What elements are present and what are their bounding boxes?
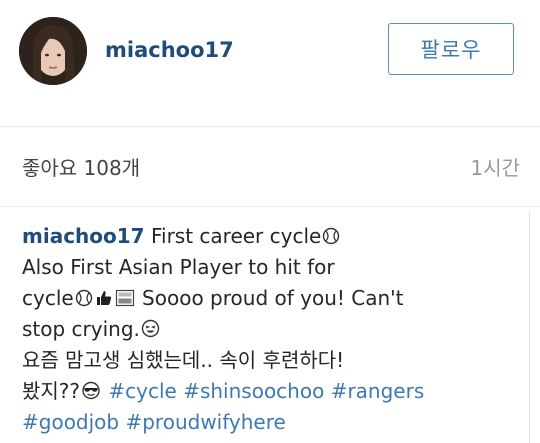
hashtag-link[interactable]: #cycle bbox=[108, 379, 176, 403]
baseball-emoji-icon bbox=[322, 227, 340, 245]
hashtag-link[interactable]: #shinsoochoo bbox=[183, 379, 324, 403]
caption-username[interactable]: miachoo17 bbox=[22, 224, 145, 248]
caption-text: stop crying. bbox=[22, 317, 140, 341]
hashtag-link[interactable]: #rangers bbox=[331, 379, 425, 403]
avatar-photo-icon bbox=[19, 17, 87, 85]
post-caption: miachoo17 First career cycle Also First … bbox=[22, 221, 527, 438]
post-timestamp[interactable]: 1시간 bbox=[470, 154, 520, 182]
crying-laughing-emoji-icon bbox=[141, 319, 160, 338]
hashtag-link[interactable]: #proudwifyhere bbox=[125, 410, 285, 434]
caption-line-7: #goodjob #proudwifyhere bbox=[22, 407, 527, 438]
gif-box-icon bbox=[115, 289, 135, 307]
caption-line-4: stop crying. bbox=[22, 314, 527, 345]
avatar[interactable] bbox=[19, 17, 87, 85]
caption-line-6: 봤지?? #cycle #shinsoochoo #rangers bbox=[22, 376, 527, 407]
baseball-emoji-icon bbox=[75, 289, 93, 307]
caption-text: Also First Asian Player to hit for bbox=[22, 255, 335, 279]
caption-scroll-edge bbox=[529, 212, 530, 443]
hashtag-link[interactable]: #goodjob bbox=[22, 410, 119, 434]
post-username[interactable]: miachoo17 bbox=[105, 36, 234, 64]
caption-text: 봤지?? bbox=[22, 379, 81, 403]
caption-line-2: Also First Asian Player to hit for bbox=[22, 252, 527, 283]
thumbs-up-emoji-icon bbox=[95, 289, 113, 307]
caption-text: 요즘 맘고생 심했는데.. 속이 후련하다! bbox=[22, 348, 345, 372]
caption-line-1: miachoo17 First career cycle bbox=[22, 221, 527, 252]
caption-line-3: cycle Soooo proud of you! Can't bbox=[22, 283, 527, 314]
caption-text: First career cycle bbox=[144, 224, 322, 248]
likes-count[interactable]: 좋아요 108개 bbox=[22, 154, 140, 182]
caption-text: Soooo proud of you! Can't bbox=[135, 286, 404, 310]
stats-divider bbox=[0, 206, 540, 207]
post-header: miachoo17 팔로우 bbox=[0, 0, 540, 128]
sunglasses-emoji-icon bbox=[81, 381, 101, 400]
follow-button[interactable]: 팔로우 bbox=[388, 23, 514, 75]
header-divider bbox=[0, 126, 540, 127]
caption-line-5: 요즘 맘고생 심했는데.. 속이 후련하다! bbox=[22, 345, 527, 376]
caption-text: cycle bbox=[22, 286, 74, 310]
